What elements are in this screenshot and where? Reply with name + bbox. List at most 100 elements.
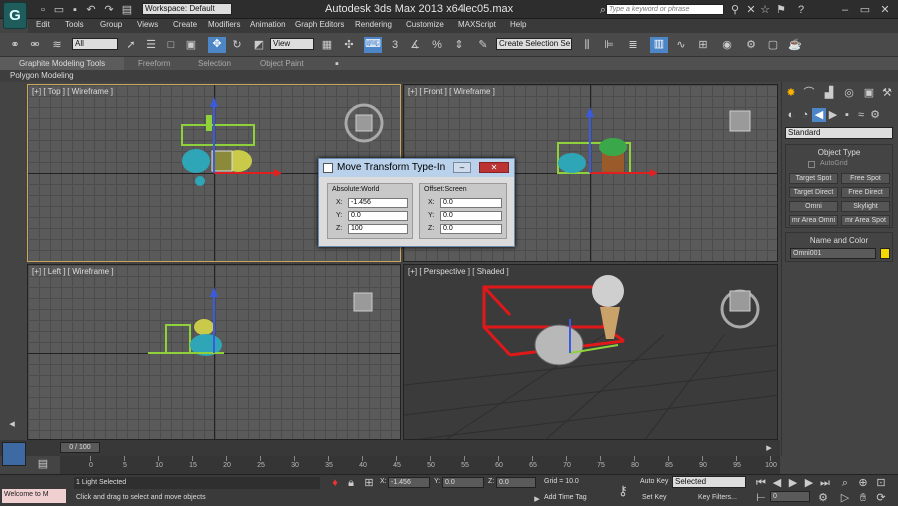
new-file-icon[interactable]: ▫ [36,3,50,17]
utilities-tab-icon[interactable]: ⚒ [880,86,894,100]
ribbon-options-icon[interactable]: ▪ [330,57,344,71]
help-icon[interactable]: ? [794,3,808,17]
helpers-icon[interactable]: ▪ [840,108,854,122]
orbit-icon[interactable]: ⟳ [874,491,888,505]
autogrid-checkbox[interactable] [808,161,815,168]
communication-center-icon[interactable]: ✕ [744,3,758,17]
maxscript-listener[interactable]: Welcome to M [2,489,66,503]
off-x-field[interactable]: 0.0 [440,198,502,208]
snaps-toggle-icon[interactable]: 3 [388,38,402,52]
project-folder-icon[interactable]: ▤ [120,3,134,17]
mini-curve-editor-icon[interactable] [2,442,26,466]
display-tab-icon[interactable]: ▣ [862,86,876,100]
y-coord-field[interactable]: 0.0 [442,477,484,488]
auto-key-button[interactable]: Auto Key [640,478,668,485]
keyboard-shortcut-override-icon[interactable]: ⌨ [364,37,382,53]
select-and-scale-icon[interactable]: ◩ [252,38,266,52]
menu-tools[interactable]: Tools [65,20,84,29]
menu-customize[interactable]: Customize [406,20,444,29]
favorites-icon[interactable]: ☆ [758,3,772,17]
play-icon[interactable]: ▶ [786,476,800,490]
viewport-left[interactable]: [+] [ Left ] [ Wireframe ] [27,264,401,440]
rendered-frame-window-icon[interactable]: ▢ [766,38,780,52]
menu-modifiers[interactable]: Modifiers [208,20,240,29]
tab-graphite-modeling-tools[interactable]: Graphite Modeling Tools [0,57,124,70]
field-of-view-icon[interactable]: ▷ [838,491,852,505]
selection-lock-icon[interactable]: 🔒︎ [344,476,358,490]
undo-icon[interactable]: ↶ [84,3,98,17]
subscription-icon[interactable]: ⚑ [774,3,788,17]
link-icon[interactable]: ⚭ [8,38,22,52]
save-file-icon[interactable]: ▪ [68,3,82,17]
object-name-field[interactable]: Omni001 [790,248,876,259]
render-setup-icon[interactable]: ⚙ [744,38,758,52]
curve-editor-icon[interactable]: ∿ [674,38,688,52]
object-type-header[interactable]: Object Type [786,148,892,157]
menu-help[interactable]: Help [510,20,526,29]
systems-icon[interactable]: ⚙ [868,108,882,122]
name-color-header[interactable]: Name and Color [786,236,892,245]
angle-snap-icon[interactable]: ∡ [408,38,422,52]
open-file-icon[interactable]: ▭ [52,3,66,17]
menu-graph-editors[interactable]: Graph Editors [295,20,344,29]
subtab-polygon-modeling[interactable]: Polygon Modeling [10,71,74,80]
isolate-selection-icon[interactable]: ♦ [328,476,342,490]
rectangular-selection-icon[interactable]: □ [164,38,178,52]
mirror-icon[interactable]: ⫼ [580,38,594,52]
abs-x-field[interactable]: -1.456 [348,198,408,208]
pan-icon[interactable]: ✋︎ [856,491,870,505]
binoculars-icon[interactable]: ⚲ [728,3,742,17]
motion-tab-icon[interactable]: ◎ [842,86,856,100]
selection-filter-dropdown[interactable]: All [72,38,118,50]
tab-selection[interactable]: Selection [198,59,231,68]
viewport-perspective[interactable]: [+] [ Perspective ] [ Shaded ] [403,264,778,440]
close-icon[interactable]: ✕ [878,3,892,17]
render-production-icon[interactable]: ☕ [788,38,802,52]
tab-object-paint[interactable]: Object Paint [260,59,304,68]
free-direct-button[interactable]: Free Direct [841,187,890,198]
skylight-button[interactable]: Skylight [841,201,890,212]
dialog-close-button[interactable]: ✕ [479,162,509,173]
key-mode-icon[interactable]: ⊢ [754,491,768,505]
graphite-toggle-icon[interactable]: ▥ [650,37,668,53]
viewport-layout-icon[interactable]: ◂ [5,417,19,431]
current-frame-field[interactable]: 0 [770,491,810,502]
omni-button[interactable]: Omni [789,201,838,212]
select-by-name-icon[interactable]: ☰ [144,38,158,52]
object-color-swatch[interactable] [880,248,890,259]
app-logo-icon[interactable]: G [3,2,27,29]
unlink-icon[interactable]: ⚮ [28,38,42,52]
dialog-minimize-button[interactable]: – [453,162,471,173]
pivot-center-icon[interactable]: ▦ [320,38,334,52]
select-manipulate-icon[interactable]: ✣ [342,38,356,52]
target-direct-button[interactable]: Target Direct [789,187,838,198]
mr-area-spot-button[interactable]: mr Area Spot [841,215,890,226]
shapes-icon[interactable]: ◔ [798,108,812,122]
track-bar[interactable]: 0 5 10 15 20 25 30 35 40 45 50 55 60 65 70 75 80 85 90 95 10… [60,456,780,474]
off-z-field[interactable]: 0.0 [440,224,502,234]
lights-icon[interactable]: ◀ [812,108,826,122]
hierarchy-tab-icon[interactable]: ▟ [822,86,836,100]
menu-maxscript[interactable]: MAXScript [458,20,496,29]
target-spot-button[interactable]: Target Spot [789,173,838,184]
space-warps-icon[interactable]: ≈ [854,108,868,122]
menu-edit[interactable]: Edit [36,20,50,29]
mr-area-omni-button[interactable]: mr Area Omni [789,215,838,226]
workspace-dropdown[interactable]: Workspace: Default [142,3,232,15]
time-config-icon[interactable]: ⚙ [816,491,830,505]
key-filters-button[interactable]: Key Filters... [698,494,737,501]
absolute-mode-icon[interactable]: ⊞ [362,476,376,490]
open-mini-curve-icon[interactable]: ▤ [36,457,50,471]
add-time-tag[interactable]: Add Time Tag [544,494,587,501]
search-input[interactable]: Type a keyword or phrase [606,4,724,15]
select-object-icon[interactable]: ➚ [124,38,138,52]
align-icon[interactable]: ⊫ [602,38,616,52]
go-to-end-icon[interactable]: ⏭ [818,476,832,490]
percent-snap-icon[interactable]: % [430,38,444,52]
window-crossing-icon[interactable]: ▣ [184,38,198,52]
next-frame-icon[interactable]: ▶ [802,476,816,490]
zoom-all-icon[interactable]: ⊕ [856,476,870,490]
material-editor-icon[interactable]: ◉ [720,38,734,52]
menu-rendering[interactable]: Rendering [355,20,392,29]
previous-frame-icon[interactable]: ◀ [770,476,784,490]
